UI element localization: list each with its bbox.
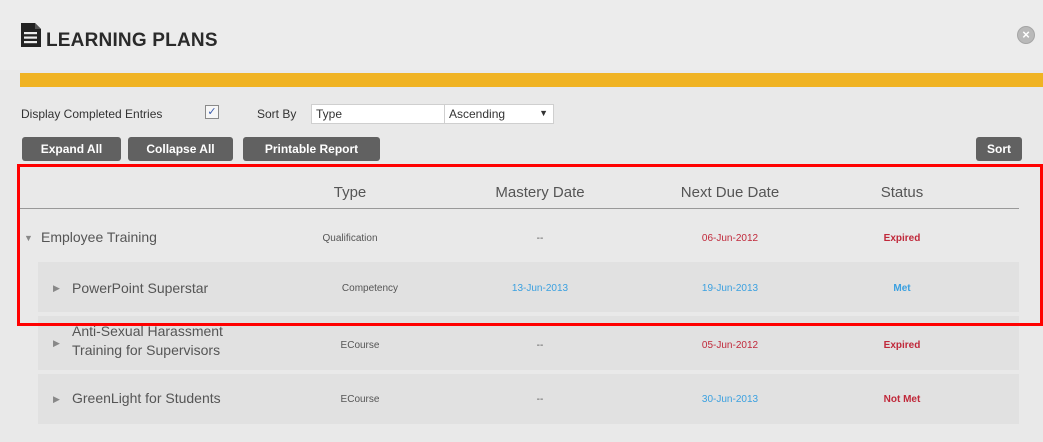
- triangle-right-icon[interactable]: ▶: [53, 338, 60, 349]
- header-divider: [17, 208, 1019, 209]
- sort-by-value: Type: [316, 107, 343, 121]
- document-icon: [21, 23, 41, 47]
- triangle-down-icon[interactable]: ▼: [24, 233, 33, 243]
- triangle-right-icon[interactable]: ▶: [53, 283, 60, 294]
- sort-by-select[interactable]: Type ▼: [311, 104, 459, 124]
- row-status: Not Met: [883, 394, 921, 405]
- row-name-line1: Anti-Sexual Harassment: [72, 323, 223, 339]
- row-name: GreenLight for Students: [72, 390, 221, 406]
- row-mastery-date: --: [536, 394, 544, 405]
- row-mastery-date: --: [536, 233, 544, 244]
- sort-order-value: Ascending: [449, 107, 506, 121]
- learning-plans-table: Type Mastery Date Next Due Date Status ▼…: [17, 164, 1043, 424]
- row-status: Expired: [883, 233, 921, 244]
- row-mastery-date: --: [536, 340, 544, 351]
- chevron-down-icon: ▼: [539, 108, 548, 118]
- row-status: Met: [893, 283, 911, 294]
- table-row[interactable]: ▼ Employee Training Qualification -- 06-…: [17, 214, 1019, 262]
- row-type: ECourse: [340, 394, 380, 405]
- table-row[interactable]: ▶ Anti-Sexual Harassment Training for Su…: [17, 318, 1019, 370]
- triangle-right-icon[interactable]: ▶: [53, 394, 60, 405]
- table-row[interactable]: ▶ GreenLight for Students ECourse -- 30-…: [17, 376, 1019, 424]
- sort-button[interactable]: Sort: [976, 137, 1022, 161]
- row-next-due-date: 30-Jun-2013: [701, 394, 759, 405]
- row-type: ECourse: [340, 340, 380, 351]
- sort-order-select[interactable]: Ascending ▼: [444, 104, 554, 124]
- collapse-all-button[interactable]: Collapse All: [128, 137, 233, 161]
- header: LEARNING PLANS ×: [0, 0, 1043, 70]
- column-header-type[interactable]: Type: [295, 184, 405, 201]
- row-name: Employee Training: [41, 229, 157, 245]
- page-title: LEARNING PLANS: [46, 30, 218, 51]
- column-header-next-due-date[interactable]: Next Due Date: [645, 184, 815, 201]
- column-header-mastery-date[interactable]: Mastery Date: [460, 184, 620, 201]
- table-row[interactable]: ▶ PowerPoint Superstar Competency 13-Jun…: [17, 265, 1019, 313]
- expand-all-button[interactable]: Expand All: [22, 137, 121, 161]
- column-header-status[interactable]: Status: [857, 184, 947, 201]
- row-status: Expired: [883, 340, 921, 351]
- close-icon[interactable]: ×: [1017, 26, 1035, 44]
- row-mastery-date: 13-Jun-2013: [511, 283, 569, 294]
- accent-bar: [20, 73, 1043, 87]
- row-type: Competency: [341, 283, 399, 294]
- row-name: PowerPoint Superstar: [72, 280, 209, 296]
- row-next-due-date: 06-Jun-2012: [701, 233, 759, 244]
- row-next-due-date: 19-Jun-2013: [701, 283, 759, 294]
- display-completed-label: Display Completed Entries: [21, 107, 163, 121]
- row-name-line2: Training for Supervisors: [72, 342, 221, 358]
- row-next-due-date: 05-Jun-2012: [701, 340, 759, 351]
- display-completed-checkbox[interactable]: ✓: [205, 105, 219, 119]
- row-type: Qualification: [322, 233, 378, 244]
- sort-by-label: Sort By: [257, 107, 297, 121]
- printable-report-button[interactable]: Printable Report: [243, 137, 380, 161]
- table-header: Type Mastery Date Next Due Date Status: [17, 164, 1043, 210]
